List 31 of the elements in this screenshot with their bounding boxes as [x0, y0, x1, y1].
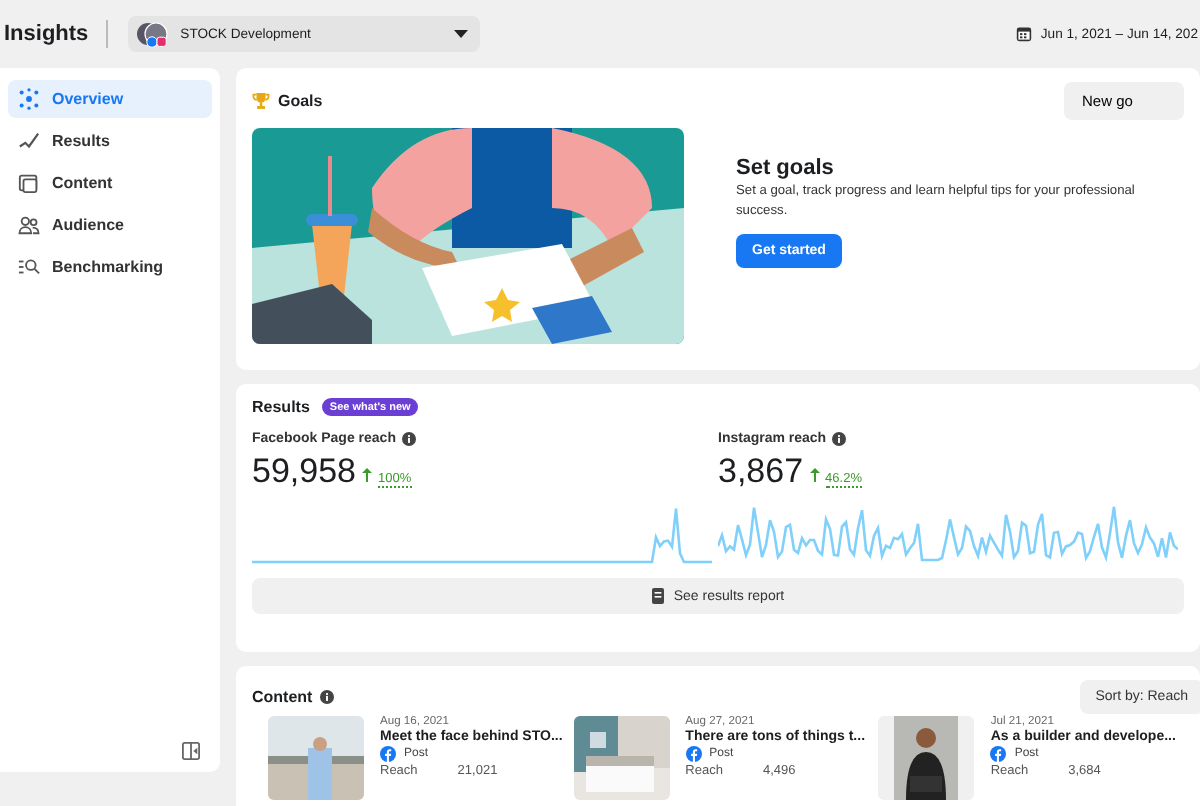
calendar-icon — [1016, 26, 1033, 42]
overview-icon — [18, 88, 40, 110]
info-icon[interactable] — [401, 432, 416, 446]
card-title: Goals — [278, 92, 323, 110]
sidebar-item[interactable]: Content — [8, 164, 212, 202]
sidebar-item[interactable]: Overview — [8, 80, 212, 118]
sidebar-item[interactable]: Audience — [8, 206, 212, 244]
content-icon — [18, 172, 40, 194]
metric-value: 59,958 — [252, 452, 356, 492]
report-icon — [651, 588, 664, 604]
trophy-icon — [252, 92, 270, 110]
goals-heading: Set goals — [736, 156, 836, 180]
caret-icon — [454, 30, 469, 38]
page-title: Insights — [4, 22, 89, 46]
sidebar-item[interactable]: Benchmarking — [8, 248, 212, 286]
arrow-up-icon — [809, 468, 820, 482]
info-icon[interactable] — [832, 432, 847, 446]
metric-value: 3,867 — [718, 452, 804, 492]
trend-icon — [18, 130, 40, 152]
facebook-icon — [685, 746, 702, 762]
arrow-up-icon — [362, 468, 372, 482]
info-icon[interactable] — [320, 690, 335, 704]
facebook-icon — [380, 746, 396, 762]
collapse-sidebar-icon[interactable] — [182, 742, 200, 760]
facebook-icon — [990, 746, 1007, 762]
card-title: Results — [252, 398, 310, 416]
sidebar-item[interactable]: Results — [8, 122, 212, 160]
account-avatar-icon — [136, 21, 169, 47]
benchmark-icon — [18, 256, 40, 278]
people-icon — [18, 214, 40, 236]
card-title: Content — [252, 688, 313, 706]
